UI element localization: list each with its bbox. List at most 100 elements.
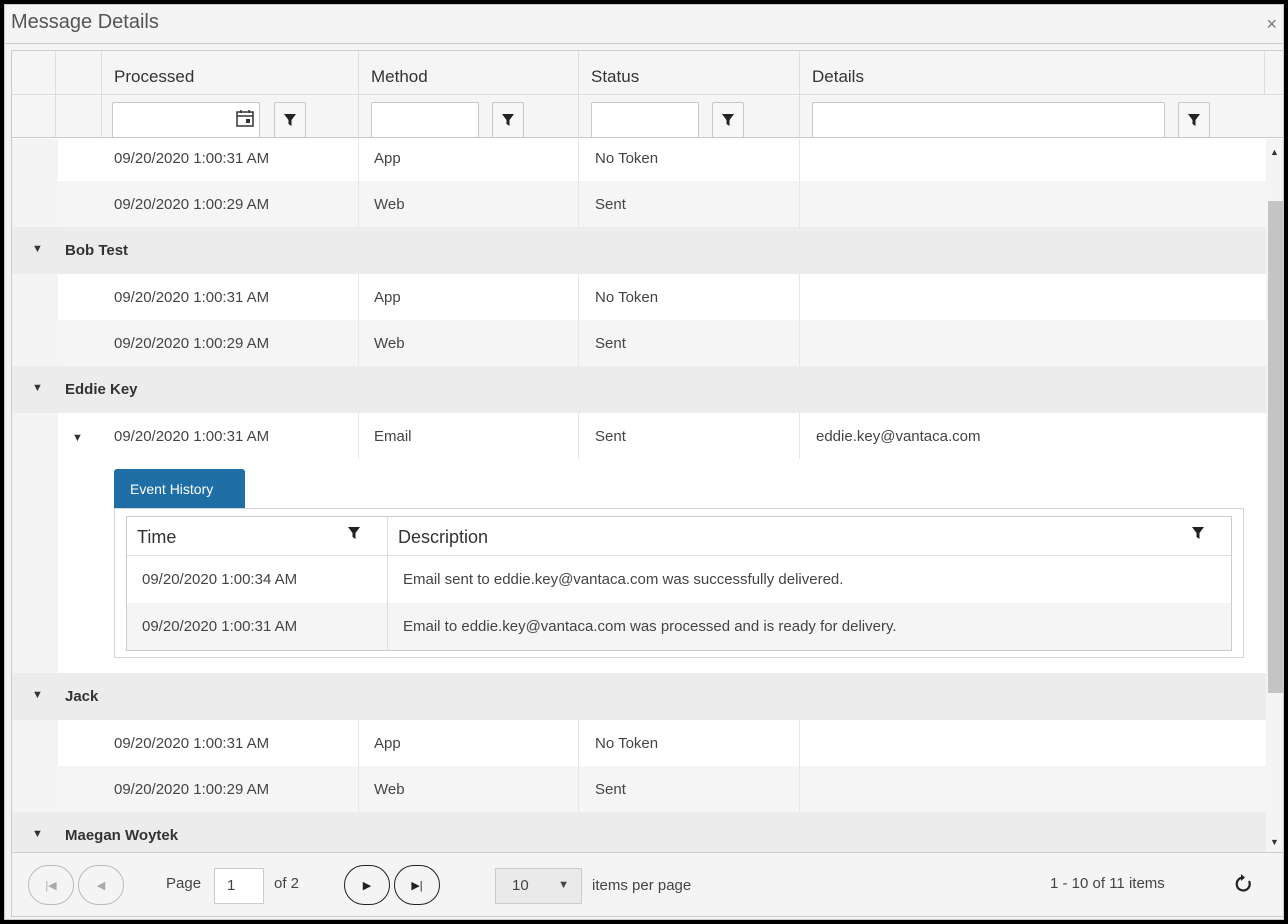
- status-filter-input[interactable]: [591, 102, 699, 138]
- dialog-title: Message Details: [11, 11, 159, 33]
- method-filter-button[interactable]: [492, 102, 524, 138]
- table-row[interactable]: 09/20/2020 1:00:29 AM Web Sent: [12, 181, 1266, 227]
- col-sep: [578, 720, 579, 766]
- scroll-down-icon[interactable]: ▼: [1270, 837, 1279, 847]
- processed-filter-button[interactable]: [274, 102, 306, 138]
- first-page-button[interactable]: |◀: [28, 865, 74, 905]
- table-row-expanded[interactable]: ▼ 09/20/2020 1:00:31 AM Email Sent eddie…: [12, 413, 1266, 459]
- col-sep: [387, 603, 388, 650]
- page-count-label: of 2: [274, 875, 300, 892]
- filter-cell-details: [799, 95, 1264, 138]
- event-history-panel: Time Description 09/20/2020 1:00:34 AM E…: [114, 508, 1244, 658]
- filter-spacer: [55, 95, 101, 137]
- filter-icon: [722, 114, 734, 126]
- group-label: Eddie Key: [65, 381, 138, 398]
- scrollbar-thumb[interactable]: [1268, 201, 1283, 693]
- caret-down-icon[interactable]: ▼: [32, 382, 43, 394]
- caret-down-icon[interactable]: ▼: [32, 243, 43, 255]
- group-row-bob-test[interactable]: ▼ Bob Test: [12, 227, 1266, 274]
- previous-page-button[interactable]: ◀: [78, 865, 124, 905]
- event-row[interactable]: 09/20/2020 1:00:31 AM Email to eddie.key…: [127, 603, 1231, 650]
- event-time: 09/20/2020 1:00:34 AM: [142, 571, 298, 588]
- event-row[interactable]: 09/20/2020 1:00:34 AM Email sent to eddi…: [127, 556, 1231, 603]
- group-label: Maegan Woytek: [65, 827, 179, 844]
- col-sep: [578, 766, 579, 812]
- cell-details: eddie.key@vantaca.com: [816, 428, 981, 445]
- caret-down-icon[interactable]: ▼: [32, 689, 43, 701]
- method-filter-input[interactable]: [371, 102, 479, 138]
- header-method[interactable]: Method: [358, 51, 578, 94]
- detail-indent: [12, 459, 58, 673]
- grid-filter-row: [12, 95, 1283, 138]
- group-row-eddie-key[interactable]: ▼ Eddie Key: [12, 366, 1266, 413]
- last-page-icon: ▶|: [411, 879, 423, 892]
- details-filter-button[interactable]: [1178, 102, 1210, 138]
- row-indent: [12, 139, 58, 181]
- col-sep: [358, 413, 359, 459]
- col-sep: [799, 413, 800, 459]
- cell-method: Web: [374, 781, 405, 798]
- previous-page-icon: ◀: [96, 879, 106, 892]
- cell-method: App: [374, 289, 401, 306]
- event-description: Email sent to eddie.key@vantaca.com was …: [403, 571, 844, 588]
- header-processed[interactable]: Processed: [101, 51, 358, 94]
- group-label: Jack: [65, 688, 99, 705]
- filter-icon[interactable]: [347, 525, 361, 541]
- details-filter-input[interactable]: [812, 102, 1165, 138]
- cell-status: Sent: [595, 428, 626, 445]
- event-time: 09/20/2020 1:00:31 AM: [142, 618, 298, 635]
- collapse-row-icon[interactable]: ▼: [72, 432, 83, 444]
- col-sep: [387, 517, 388, 555]
- table-row[interactable]: 09/20/2020 1:00:31 AM App No Token: [12, 720, 1266, 766]
- col-sep: [799, 766, 800, 812]
- last-page-button[interactable]: ▶|: [394, 865, 440, 905]
- title-divider: [5, 43, 1283, 44]
- col-sep: [358, 720, 359, 766]
- next-page-button[interactable]: ▶: [344, 865, 390, 905]
- status-filter-button[interactable]: [712, 102, 744, 138]
- header-time[interactable]: Time: [137, 527, 176, 548]
- group-label: Bob Test: [65, 242, 129, 259]
- close-icon[interactable]: ×: [1266, 14, 1277, 35]
- filter-icon[interactable]: [1191, 525, 1205, 541]
- table-row[interactable]: 09/20/2020 1:00:31 AM App No Token: [12, 274, 1266, 320]
- cell-status: No Token: [595, 735, 659, 752]
- header-details[interactable]: Details: [799, 51, 1264, 94]
- col-sep: [799, 720, 800, 766]
- cell-method: Web: [374, 335, 405, 352]
- grid-header: Processed Method Status Details: [12, 51, 1283, 95]
- vertical-scrollbar[interactable]: ▲ ▼: [1266, 139, 1283, 852]
- group-row-maegan-woytek[interactable]: ▼ Maegan Woytek: [12, 812, 1266, 852]
- cell-status: Sent: [595, 335, 626, 352]
- cell-processed: 09/20/2020 1:00:31 AM: [114, 428, 270, 445]
- refresh-icon[interactable]: [1234, 873, 1254, 895]
- scroll-up-icon[interactable]: ▲: [1270, 147, 1279, 157]
- items-per-page-label: items per page: [592, 877, 692, 894]
- col-sep: [799, 320, 800, 366]
- row-indent: [12, 766, 58, 812]
- message-grid: Processed Method Status Details 09/20/20…: [11, 50, 1284, 853]
- header-status[interactable]: Status: [578, 51, 799, 94]
- filter-icon: [1188, 114, 1200, 126]
- calendar-icon[interactable]: [236, 109, 254, 127]
- col-sep: [799, 181, 800, 227]
- header-scroll-spacer: [1264, 51, 1283, 94]
- page-number-input[interactable]: 1: [214, 868, 264, 904]
- cell-status: No Token: [595, 150, 659, 167]
- grid-pager: |◀ ◀ Page 1 of 2 ▶ ▶| 10 ▼ items per pag…: [11, 853, 1284, 917]
- row-indent: [12, 720, 58, 766]
- header-description[interactable]: Description: [398, 527, 488, 548]
- page-size-select[interactable]: 10 ▼: [495, 868, 582, 904]
- table-row[interactable]: 09/20/2020 1:00:29 AM Web Sent: [12, 766, 1266, 812]
- dialog-titlebar: Message Details ×: [5, 5, 1283, 43]
- cell-processed: 09/20/2020 1:00:29 AM: [114, 335, 270, 352]
- group-row-jack[interactable]: ▼ Jack: [12, 673, 1266, 720]
- caret-down-icon[interactable]: ▼: [32, 828, 43, 840]
- row-indent: [12, 413, 58, 459]
- message-details-dialog: Message Details × Processed Method Statu…: [4, 4, 1284, 920]
- tab-event-history[interactable]: Event History: [114, 469, 245, 508]
- filter-cell-processed: [101, 95, 358, 138]
- table-row[interactable]: 09/20/2020 1:00:31 AM App No Token: [12, 139, 1266, 181]
- grid-body: 09/20/2020 1:00:31 AM App No Token 09/20…: [12, 139, 1266, 852]
- table-row[interactable]: 09/20/2020 1:00:29 AM Web Sent: [12, 320, 1266, 366]
